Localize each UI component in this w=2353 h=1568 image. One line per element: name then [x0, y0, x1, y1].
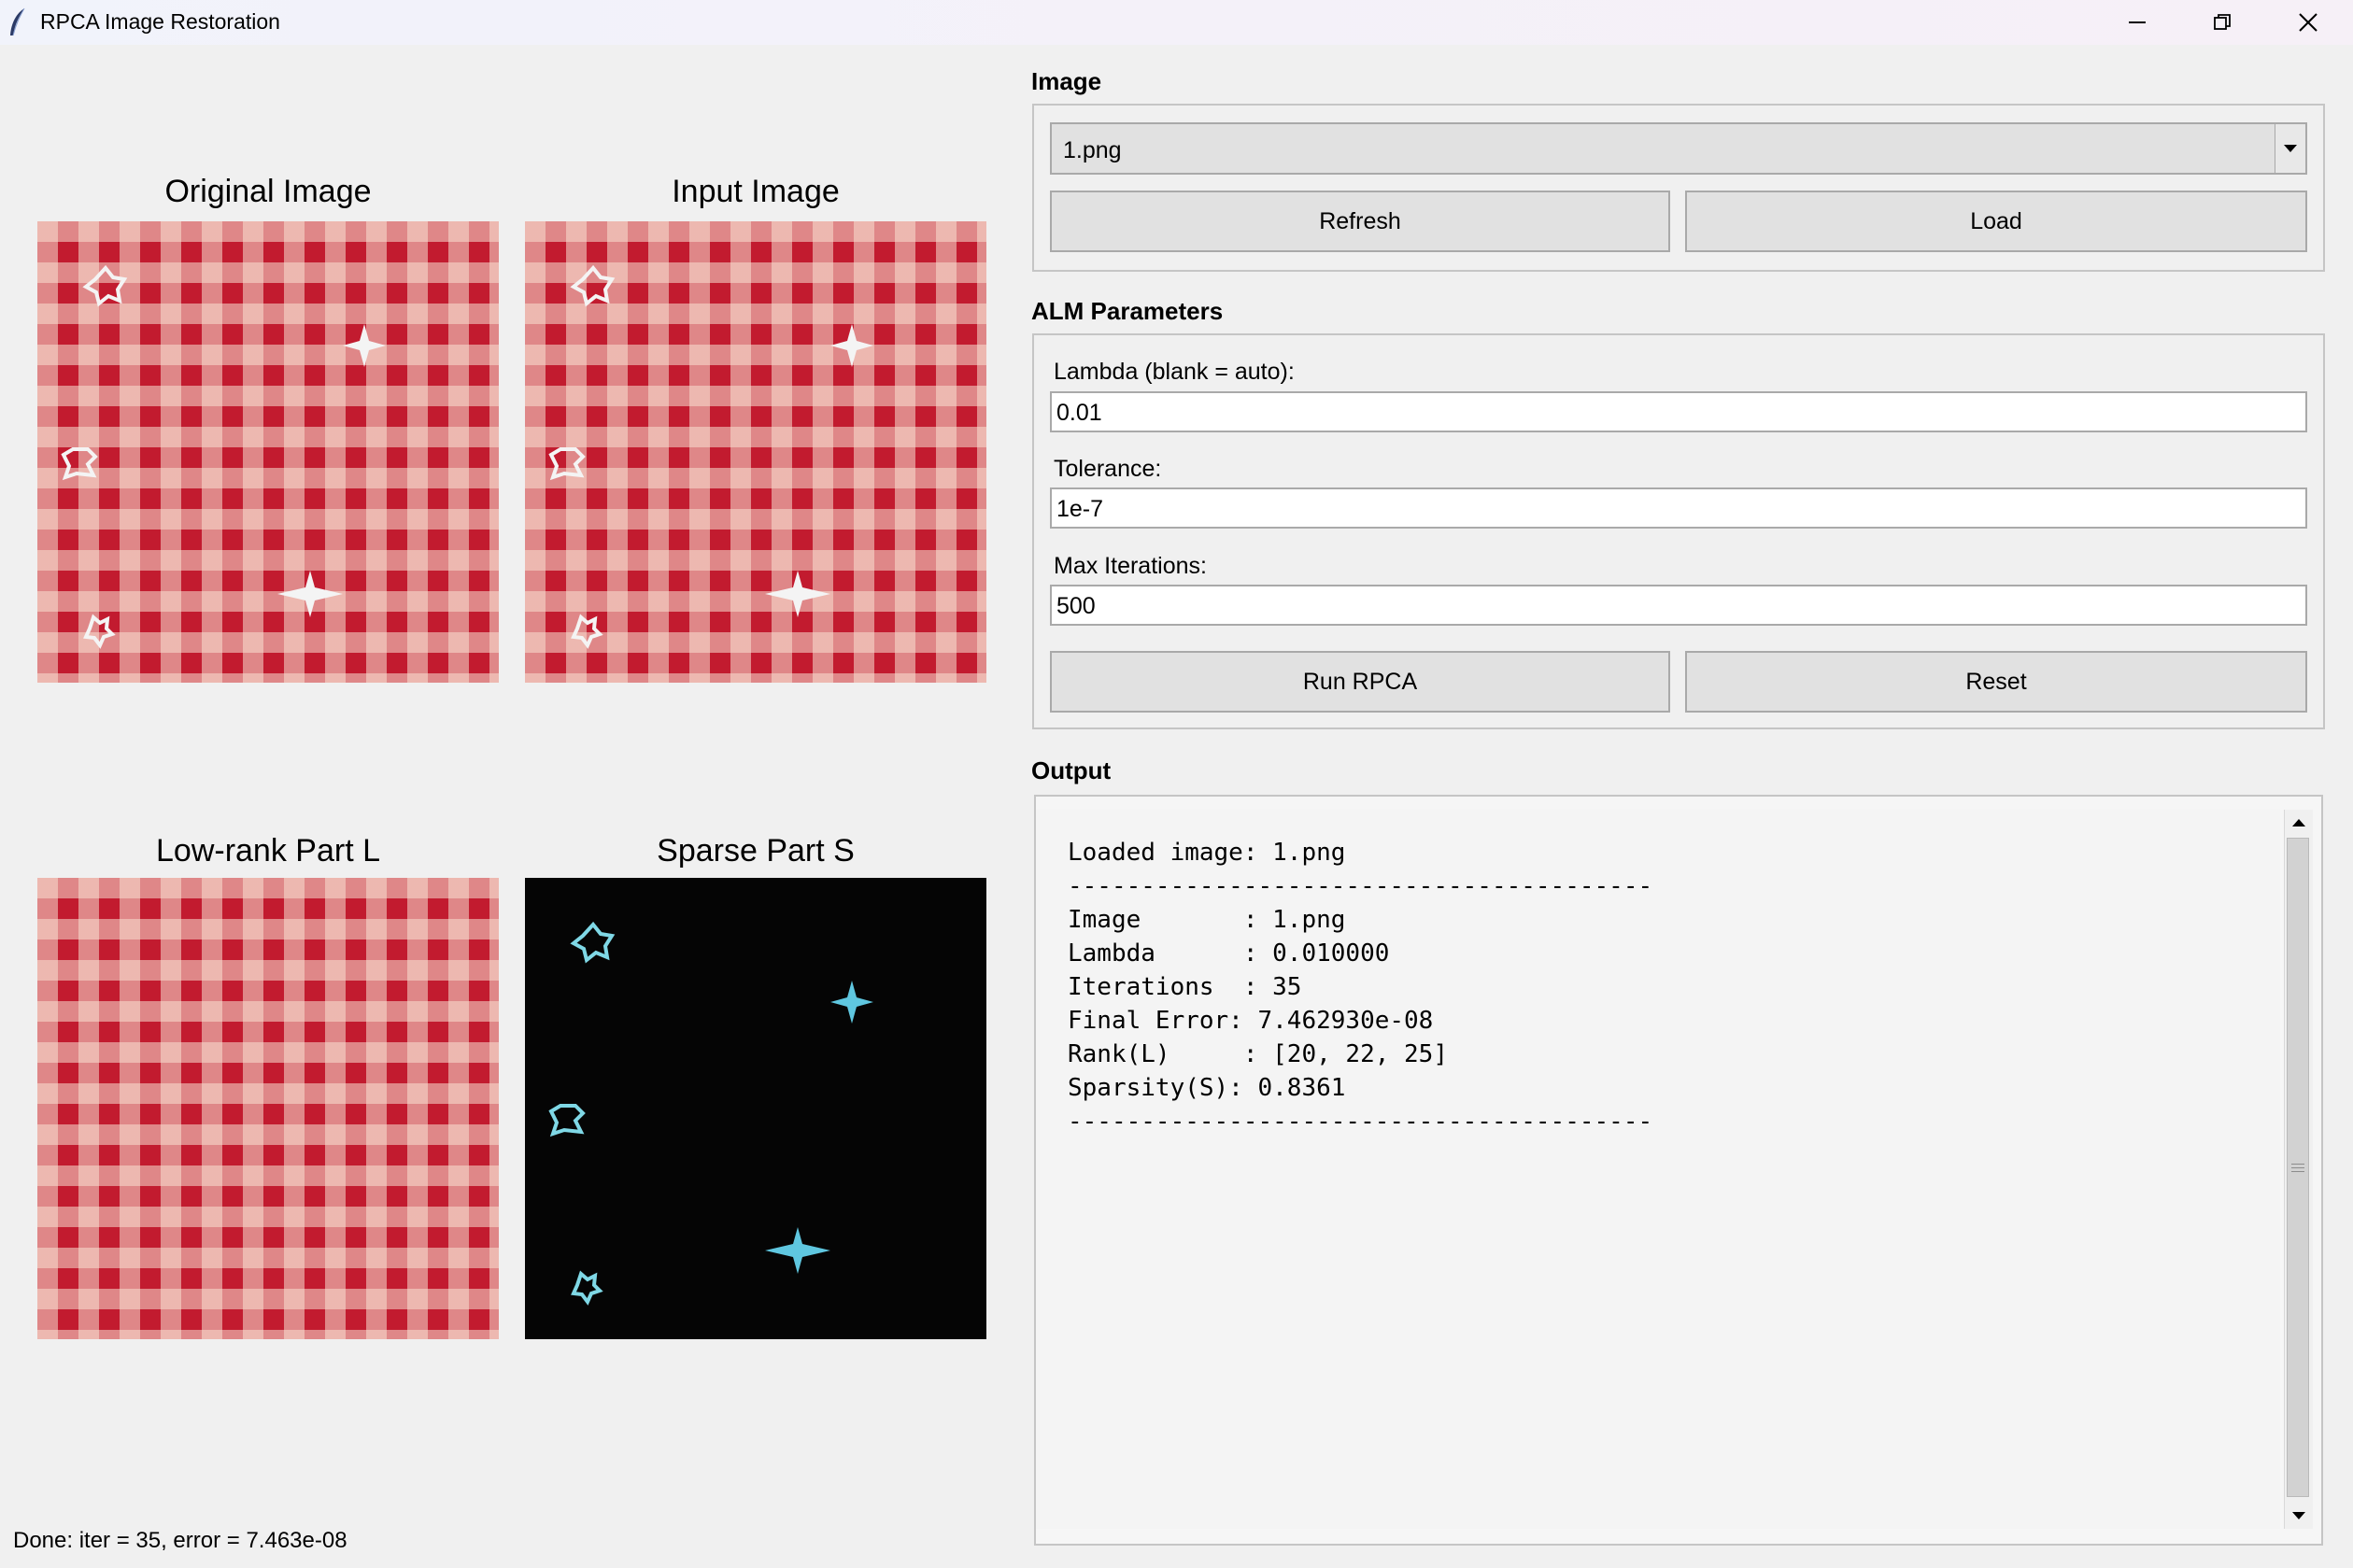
max-iterations-value: 500 [1056, 593, 1096, 619]
output-log: Loaded image: 1.png --------------------… [1068, 839, 1653, 1136]
scroll-down-icon[interactable] [2285, 1503, 2313, 1529]
max-iterations-label: Max Iterations: [1054, 553, 1207, 579]
scroll-up-icon[interactable] [2285, 810, 2313, 836]
image-select-value: 1.png [1063, 137, 1122, 163]
status-text: Done: iter = 35, error = 7.463e-08 [13, 1528, 347, 1553]
lambda-value: 0.01 [1056, 400, 1102, 426]
image-select[interactable]: 1.png [1050, 122, 2307, 175]
minimize-icon [2129, 21, 2146, 23]
alm-section-label: ALM Parameters [1031, 297, 1224, 325]
output-section-label: Output [1031, 756, 1112, 784]
image-section-label: Image [1031, 67, 1102, 95]
lowrank-part-title: Low-rank Part L [156, 833, 380, 869]
tolerance-label: Tolerance: [1054, 456, 1162, 482]
window-title: RPCA Image Restoration [40, 9, 280, 34]
feather-icon [10, 7, 25, 36]
output-textbox[interactable]: Loaded image: 1.png --------------------… [1034, 795, 2323, 1546]
sparse-part-title: Sparse Part S [657, 833, 855, 869]
chevron-down-icon[interactable] [2275, 124, 2305, 173]
lambda-label: Lambda (blank = auto): [1054, 359, 1295, 385]
refresh-button[interactable]: Refresh [1050, 191, 1670, 252]
input-image-title: Input Image [672, 174, 840, 209]
title-bar: RPCA Image Restoration [0, 0, 2353, 45]
tolerance-input[interactable]: 1e-7 [1050, 487, 2307, 529]
output-scrollbar[interactable] [2284, 810, 2313, 1529]
tolerance-value: 1e-7 [1056, 496, 1104, 522]
scrollbar-thumb[interactable] [2287, 838, 2309, 1497]
load-button[interactable]: Load [1685, 191, 2307, 252]
close-button[interactable] [2265, 0, 2351, 45]
sparse-image [525, 878, 986, 1339]
max-iterations-input[interactable]: 500 [1050, 585, 2307, 626]
minimize-button[interactable] [2094, 0, 2180, 45]
restore-icon [2214, 14, 2231, 30]
lowrank-image [37, 878, 499, 1339]
original-image [37, 221, 499, 683]
original-image-title: Original Image [164, 174, 372, 209]
restore-button[interactable] [2179, 0, 2265, 45]
corruption-marks [548, 264, 873, 649]
output-text-area[interactable]: Loaded image: 1.png --------------------… [1036, 810, 2280, 1529]
sparse-marks [548, 921, 873, 1306]
close-icon [2299, 13, 2318, 32]
run-rpca-button[interactable]: Run RPCA [1050, 651, 1670, 713]
corruption-marks [61, 264, 386, 649]
input-image [525, 221, 986, 683]
reset-button[interactable]: Reset [1685, 651, 2307, 713]
lambda-input[interactable]: 0.01 [1050, 391, 2307, 432]
